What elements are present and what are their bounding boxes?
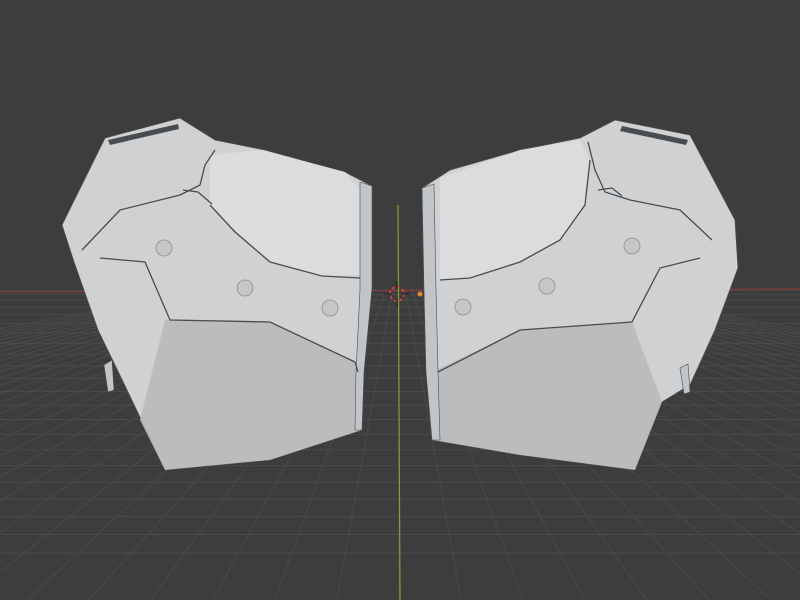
armor-left-tab	[103, 359, 115, 393]
3d-viewport[interactable]	[0, 0, 800, 600]
armor-right-hole-3	[454, 298, 472, 316]
object-origin-dot[interactable]	[417, 291, 423, 297]
viewport-scene[interactable]	[0, 0, 800, 600]
armor-right-hole-1	[623, 237, 641, 255]
armor-left-hole-1	[155, 239, 173, 257]
armor-piece-left[interactable]	[61, 117, 373, 471]
armor-right-hole-2	[538, 277, 556, 295]
armor-left-hole-2	[236, 279, 254, 297]
armor-left-hole-3	[321, 299, 339, 317]
